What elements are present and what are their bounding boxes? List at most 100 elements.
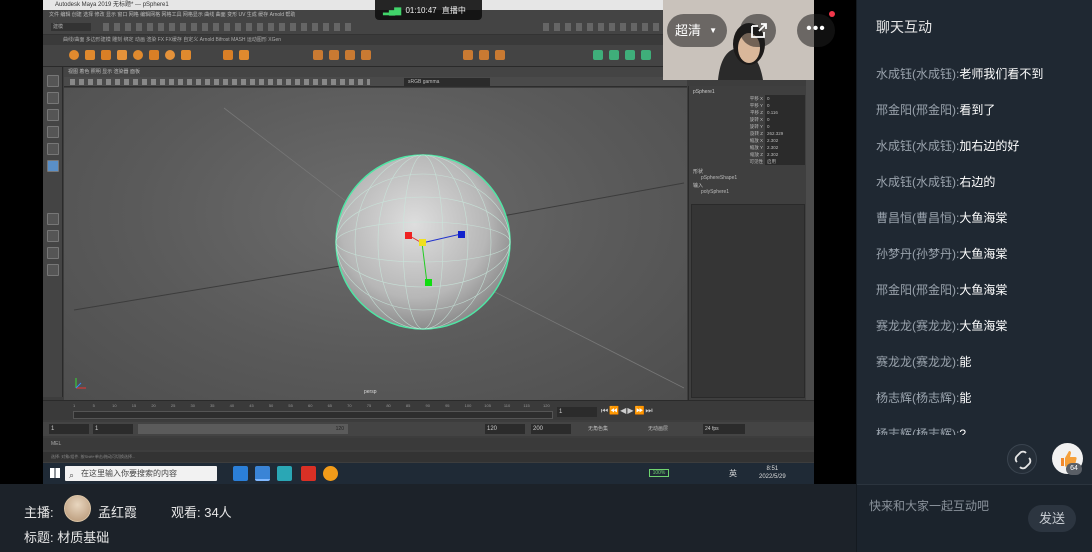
- chat-username[interactable]: 赛龙龙(赛龙龙):: [876, 355, 959, 369]
- taskbar-app-maya-icon[interactable]: [277, 466, 292, 481]
- range-end2-field[interactable]: 200: [531, 424, 571, 434]
- taskbar-search-box[interactable]: ⌕ 在这里输入你要搜索的内容: [65, 466, 217, 481]
- timeline-tick-label: 10: [112, 403, 117, 408]
- paint-select-icon[interactable]: [47, 109, 59, 121]
- live-video-player[interactable]: Autodesk Maya 2019 无标题* --- pSphere1 文件 …: [0, 0, 856, 484]
- anim-layer-select[interactable]: 无动画层: [648, 424, 698, 434]
- link-icon: [1014, 450, 1032, 470]
- timeline-tick-label: 80: [386, 403, 391, 408]
- inputs-label: 输入: [693, 183, 704, 189]
- host-avatar[interactable]: [64, 495, 91, 522]
- help-line: 选择: 对象/组件. 按Shift+单击/拖动可切换选择...: [43, 452, 814, 462]
- timeline-tick-label: 110: [503, 403, 511, 408]
- share-button[interactable]: [740, 14, 776, 47]
- timeline-tick-label: 50: [268, 403, 274, 408]
- timeline-track[interactable]: [73, 411, 553, 419]
- range-start-field[interactable]: 1: [49, 424, 89, 434]
- range-start2-field[interactable]: 1: [93, 424, 133, 434]
- layout-four-icon[interactable]: [47, 230, 59, 242]
- chat-message-list[interactable]: 水成钰(水成钰):老师我们看不到 邢金阳(邢金阳):看到了 水成钰(水成钰):加右边…: [876, 62, 1086, 435]
- mel-command-line[interactable]: MEL: [43, 438, 814, 450]
- range-slider[interactable]: 1 1 120 120 200 无角色集 无动画层 24 fps: [43, 422, 814, 436]
- move-tool-icon[interactable]: [47, 126, 59, 138]
- taskbar-clock[interactable]: 8:51 2022/5/29: [759, 465, 786, 481]
- attribute-editor-tabs[interactable]: [806, 67, 814, 400]
- layout-two-icon[interactable]: [47, 247, 59, 259]
- live-status-badge: ▂▄▆ 01:10:47 直播中: [375, 0, 482, 20]
- link-button[interactable]: [1007, 444, 1037, 474]
- ime-indicator[interactable]: 英: [729, 468, 737, 479]
- layout-single-icon[interactable]: [47, 213, 59, 225]
- channel-value[interactable]: 2.302: [765, 144, 805, 151]
- taskbar-app-autodesk-icon[interactable]: [233, 466, 248, 481]
- outliner-icon[interactable]: [47, 264, 59, 276]
- channel-value[interactable]: 0: [765, 102, 805, 109]
- live-class-page: Autodesk Maya 2019 无标题* --- pSphere1 文件 …: [0, 0, 1092, 552]
- host-name[interactable]: 孟红霞: [98, 502, 137, 521]
- lasso-tool-icon[interactable]: [47, 92, 59, 104]
- chat-username[interactable]: 水成钰(水成钰):: [876, 175, 959, 189]
- channel-value[interactable]: 0.116: [765, 109, 805, 116]
- chat-username[interactable]: 邢金阳(邢金阳):: [876, 283, 959, 297]
- more-options-button[interactable]: •••: [797, 14, 835, 47]
- channel-row[interactable]: 缩放 X 2.302: [689, 137, 807, 144]
- current-frame-field[interactable]: 1: [557, 407, 597, 417]
- taskbar-app-wps-icon[interactable]: [301, 466, 316, 481]
- chat-message: 水成钰(水成钰):老师我们看不到: [876, 62, 1086, 98]
- chat-username[interactable]: 孙梦丹(孙梦丹):: [876, 247, 959, 261]
- colorspace-select[interactable]: sRGB gamma: [404, 78, 490, 86]
- channel-row[interactable]: 旋转 X0: [689, 116, 807, 123]
- chat-text: 老师我们看不到: [959, 67, 1044, 81]
- playback-controls[interactable]: ⏮⏪◀▶⏩⏭: [601, 406, 654, 416]
- channel-value[interactable]: 0: [765, 116, 805, 123]
- chat-input[interactable]: 快来和大家一起互动吧: [869, 497, 989, 514]
- fps-select[interactable]: 24 fps: [703, 424, 745, 434]
- shelf-cylinder-icon: [101, 50, 111, 60]
- channel-row[interactable]: 缩放 Z 2.302: [689, 151, 807, 158]
- channel-value[interactable]: 0: [765, 95, 805, 102]
- chat-text: 大鱼海棠: [959, 319, 1008, 333]
- channel-row[interactable]: 旋转 Z 262.329: [689, 130, 807, 137]
- taskbar-app-active-icon[interactable]: [255, 466, 270, 481]
- chat-username[interactable]: 水成钰(水成钰):: [876, 67, 959, 81]
- select-tool-icon[interactable]: [47, 75, 59, 87]
- channel-value[interactable]: 2.302: [765, 137, 805, 144]
- range-bar[interactable]: 120: [138, 424, 348, 434]
- channel-row[interactable]: 旋转 Y0: [689, 123, 807, 130]
- rotate-tool-icon[interactable]: [47, 143, 59, 155]
- scale-tool-icon[interactable]: [47, 160, 59, 172]
- taskbar-app-live-icon[interactable]: [323, 466, 338, 481]
- battery-indicator[interactable]: 100%: [649, 469, 669, 477]
- windows-start-icon[interactable]: [50, 468, 60, 478]
- channel-value[interactable]: 0: [765, 123, 805, 130]
- chat-username[interactable]: 赛龙龙(赛龙龙):: [876, 319, 959, 333]
- channel-value[interactable]: 2.302: [765, 151, 805, 158]
- chat-username[interactable]: 杨志辉(杨志辉):: [876, 391, 959, 405]
- channel-row[interactable]: 平移 Z 0.116: [689, 109, 807, 116]
- viewport-toolbar: sRGB gamma: [64, 77, 687, 87]
- channel-value[interactable]: 262.329: [765, 130, 805, 137]
- chat-username[interactable]: 曹昌恒(曹昌恒):: [876, 211, 959, 225]
- range-end-field[interactable]: 120: [485, 424, 525, 434]
- channel-row[interactable]: 平移 Y0: [689, 102, 807, 109]
- channel-row[interactable]: 缩放 Y 2.302: [689, 144, 807, 151]
- send-button[interactable]: 发送: [1028, 505, 1076, 532]
- channel-value[interactable]: 启用: [765, 158, 805, 165]
- maya-viewport[interactable]: persp: [64, 88, 687, 400]
- chat-username[interactable]: 杨志辉(杨志辉):: [876, 427, 959, 435]
- taskbar-date: 2022/5/29: [759, 474, 786, 480]
- chat-username[interactable]: 邢金阳(邢金阳):: [876, 103, 959, 117]
- shelf-bevel-icon: [479, 50, 489, 60]
- quality-select-button[interactable]: 超清 ▼: [667, 14, 727, 47]
- channel-row[interactable]: 可见性 启用: [689, 158, 807, 165]
- timeline-tick-label: 45: [249, 403, 254, 408]
- shelf-torus-icon: [133, 50, 143, 60]
- chat-username[interactable]: 水成钰(水成钰):: [876, 139, 959, 153]
- time-slider[interactable]: 1 5 10 15 20 25 30 35 40 45 50 55 60 65 70 75 80 85 90 95 10…: [43, 400, 814, 420]
- layer-editor: [691, 204, 805, 398]
- timeline-tick-label: 115: [523, 403, 530, 408]
- channel-row[interactable]: 平移 X0: [689, 95, 807, 102]
- character-set-select[interactable]: 无角色集: [588, 424, 638, 434]
- timeline-tick-label: 40: [229, 403, 235, 408]
- input-node-name: polySphere1: [701, 189, 730, 195]
